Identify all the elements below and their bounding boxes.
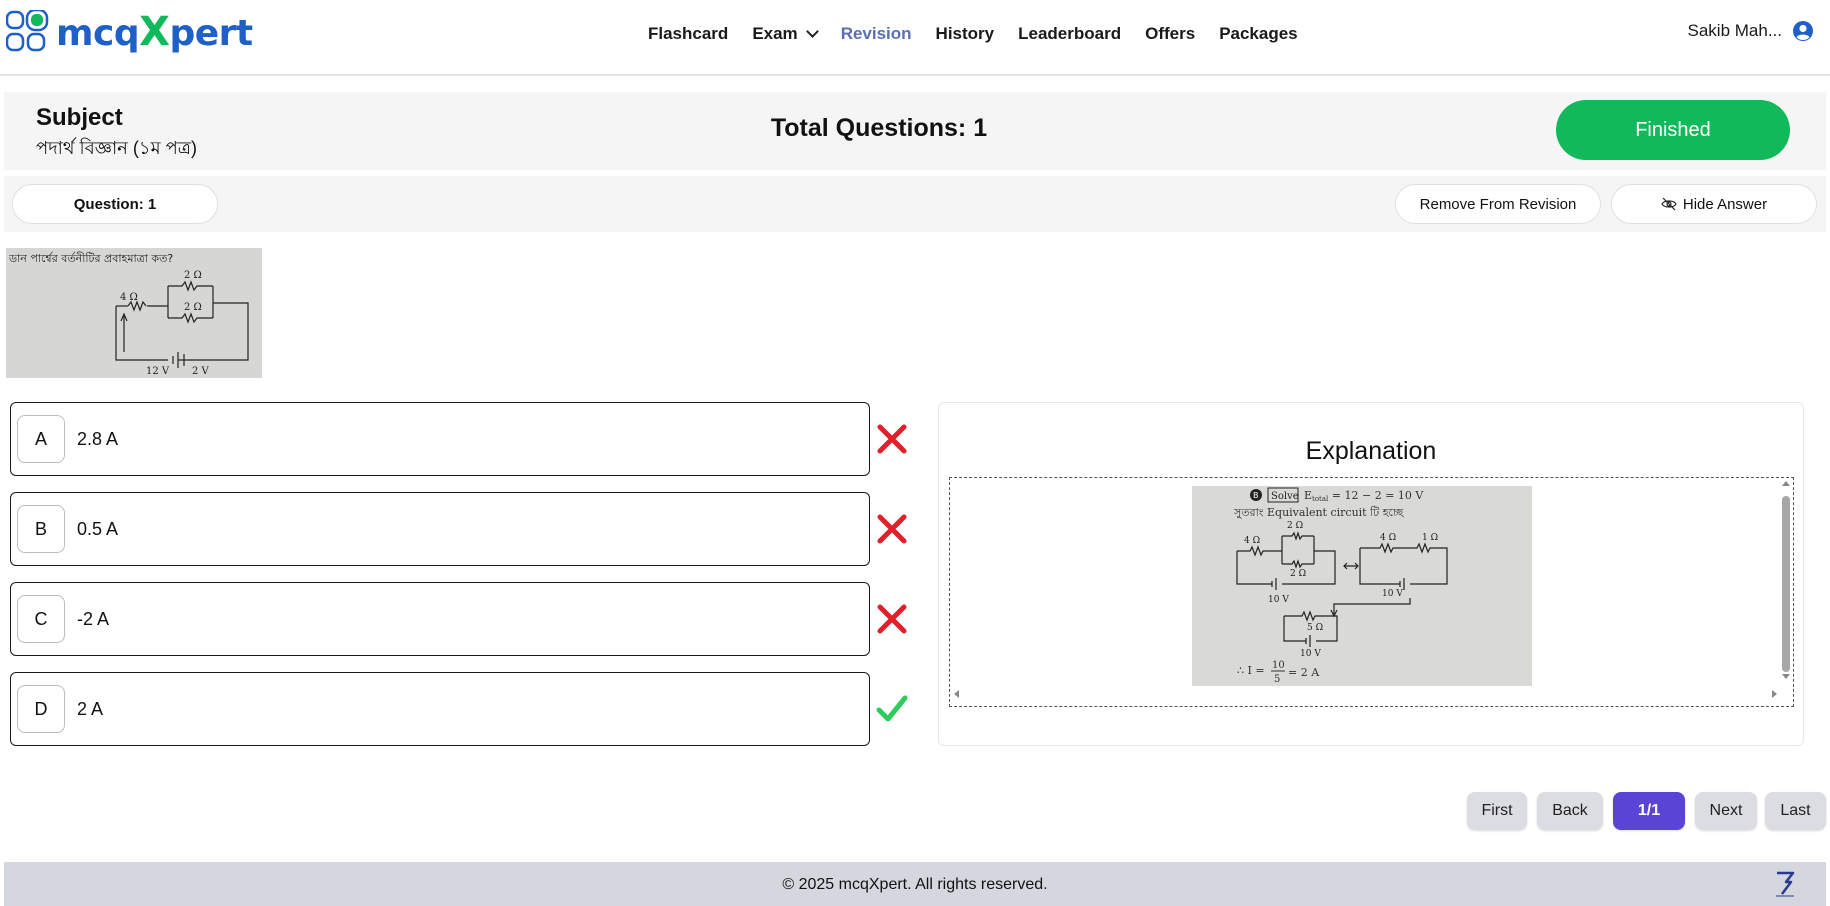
wrong-x-icon bbox=[872, 509, 912, 549]
explanation-image: B Solve Etotal = 12 − 2 = 10 V সুতরাং Eq… bbox=[1192, 486, 1532, 686]
svg-text:ডান পার্শ্বের বর্তনীটির প্রবাহ: ডান পার্শ্বের বর্তনীটির প্রবাহমাত্রা কত? bbox=[8, 252, 173, 265]
svg-text:= 2 A: = 2 A bbox=[1288, 666, 1320, 679]
solution-diagram: B Solve Etotal = 12 − 2 = 10 V সুতরাং Eq… bbox=[1233, 487, 1448, 685]
svg-text:4 Ω: 4 Ω bbox=[1380, 533, 1396, 543]
footer: © 2025 mcqXpert. All rights reserved. bbox=[4, 862, 1826, 906]
total-questions: Total Questions: 1 bbox=[770, 114, 988, 142]
option-b[interactable]: B 0.5 A bbox=[10, 492, 870, 566]
nav-exam[interactable]: Exam bbox=[740, 20, 828, 48]
svg-text:10 V: 10 V bbox=[1268, 595, 1289, 605]
svg-text:5: 5 bbox=[1274, 674, 1280, 685]
hide-answer-label: Hide Answer bbox=[1682, 195, 1768, 213]
svg-text:2 V: 2 V bbox=[192, 366, 210, 377]
copyright-text: © 2025 mcqXpert. All rights reserved. bbox=[782, 876, 1048, 893]
svg-text:∴ I =: ∴ I = bbox=[1237, 664, 1265, 677]
nav-leaderboard[interactable]: Leaderboard bbox=[1006, 20, 1133, 48]
svg-text:2 Ω: 2 Ω bbox=[1290, 569, 1306, 579]
vertical-scrollbar[interactable] bbox=[1782, 496, 1790, 672]
svg-text:সুতরাং Equivalent circuit টি হ: সুতরাং Equivalent circuit টি হচ্ছে bbox=[1233, 506, 1405, 519]
eye-off-icon bbox=[1661, 197, 1677, 211]
option-a[interactable]: A 2.8 A bbox=[10, 402, 870, 476]
explanation-panel: Explanation B Solve Etotal = 12 − 2 = 10… bbox=[938, 402, 1804, 746]
scroll-up-arrow-icon[interactable] bbox=[1782, 481, 1790, 486]
logo-text: mcqXpert bbox=[56, 9, 253, 55]
svg-text:B: B bbox=[1253, 491, 1259, 500]
chevron-down-icon bbox=[805, 25, 819, 38]
svg-text:10 V: 10 V bbox=[1300, 649, 1321, 659]
logo-icon bbox=[6, 10, 49, 52]
svg-text:2 Ω: 2 Ω bbox=[1287, 521, 1303, 531]
question-number-pill: Question: 1 bbox=[12, 184, 218, 224]
nav-offers[interactable]: Offers bbox=[1133, 20, 1207, 48]
pager-current-page[interactable]: 1/1 bbox=[1613, 792, 1685, 830]
svg-text:10: 10 bbox=[1272, 660, 1285, 671]
option-text: 0.5 A bbox=[77, 518, 119, 539]
remove-label: Remove From Revision bbox=[1419, 195, 1577, 213]
user-menu[interactable]: Sakib Mah... bbox=[1688, 20, 1815, 42]
svg-text:1 Ω: 1 Ω bbox=[1422, 533, 1438, 543]
svg-text:4 Ω: 4 Ω bbox=[120, 292, 138, 303]
nav-packages[interactable]: Packages bbox=[1207, 20, 1309, 48]
user-name: Sakib Mah... bbox=[1687, 21, 1783, 40]
option-letter: C bbox=[17, 595, 65, 643]
svg-text:Etotal = 12 − 2 = 10 V: Etotal = 12 − 2 = 10 V bbox=[1304, 489, 1424, 503]
user-avatar-icon bbox=[1793, 21, 1813, 41]
svg-text:10 V: 10 V bbox=[1382, 589, 1403, 599]
svg-text:12 V: 12 V bbox=[146, 366, 170, 377]
top-header: mcqXpert Flashcard Exam Revision History… bbox=[0, 0, 1830, 76]
pager-first-button[interactable]: First bbox=[1467, 792, 1527, 830]
option-text: -2 A bbox=[77, 608, 110, 629]
finished-button[interactable]: Finished bbox=[1556, 100, 1790, 160]
logo[interactable]: mcqXpert bbox=[6, 6, 253, 58]
pager-next-button[interactable]: Next bbox=[1695, 792, 1757, 830]
nav-revision[interactable]: Revision bbox=[829, 20, 924, 48]
option-letter: B bbox=[17, 505, 65, 553]
svg-text:Solve: Solve bbox=[1271, 491, 1299, 502]
circuit-diagram: ডান পার্শ্বের বর্তনীটির প্রবাহমাত্রা কত?… bbox=[8, 252, 249, 377]
question-toolbar: Question: 1 Remove From Revision Hide An… bbox=[4, 176, 1826, 232]
correct-check-icon bbox=[872, 689, 912, 729]
option-c[interactable]: C -2 A bbox=[10, 582, 870, 656]
scroll-right-arrow-icon[interactable] bbox=[1772, 690, 1777, 698]
option-letter: D bbox=[17, 685, 65, 733]
option-text: 2.8 A bbox=[77, 428, 119, 449]
option-d[interactable]: D 2 A bbox=[10, 672, 870, 746]
subject-bar: Subject পদার্থ বিজ্ঞান (১ম পত্র) Total Q… bbox=[4, 92, 1826, 170]
question-image: ডান পার্শ্বের বর্তনীটির প্রবাহমাত্রা কত?… bbox=[6, 248, 262, 378]
svg-text:4 Ω: 4 Ω bbox=[1244, 536, 1260, 546]
main-nav: Flashcard Exam Revision History Leaderbo… bbox=[636, 20, 1310, 48]
explanation-scroll-area[interactable]: B Solve Etotal = 12 − 2 = 10 V সুতরাং Eq… bbox=[949, 477, 1794, 707]
nav-history[interactable]: History bbox=[924, 20, 1007, 48]
hide-answer-button[interactable]: Hide Answer bbox=[1611, 184, 1817, 224]
footer-brand-icon bbox=[1776, 871, 1795, 897]
explanation-title: Explanation bbox=[1305, 437, 1437, 465]
wrong-x-icon bbox=[872, 599, 912, 639]
svg-text:2 Ω: 2 Ω bbox=[184, 302, 202, 313]
option-letter: A bbox=[17, 415, 65, 463]
scroll-down-arrow-icon[interactable] bbox=[1782, 674, 1790, 679]
nav-flashcard[interactable]: Flashcard bbox=[636, 20, 740, 48]
svg-text:5 Ω: 5 Ω bbox=[1307, 623, 1323, 633]
scroll-left-arrow-icon[interactable] bbox=[954, 690, 959, 698]
svg-text:2 Ω: 2 Ω bbox=[184, 270, 202, 281]
pager-last-button[interactable]: Last bbox=[1765, 792, 1826, 830]
remove-from-revision-button[interactable]: Remove From Revision bbox=[1395, 184, 1601, 224]
pager-back-button[interactable]: Back bbox=[1537, 792, 1603, 830]
wrong-x-icon bbox=[872, 419, 912, 459]
option-text: 2 A bbox=[77, 698, 104, 719]
